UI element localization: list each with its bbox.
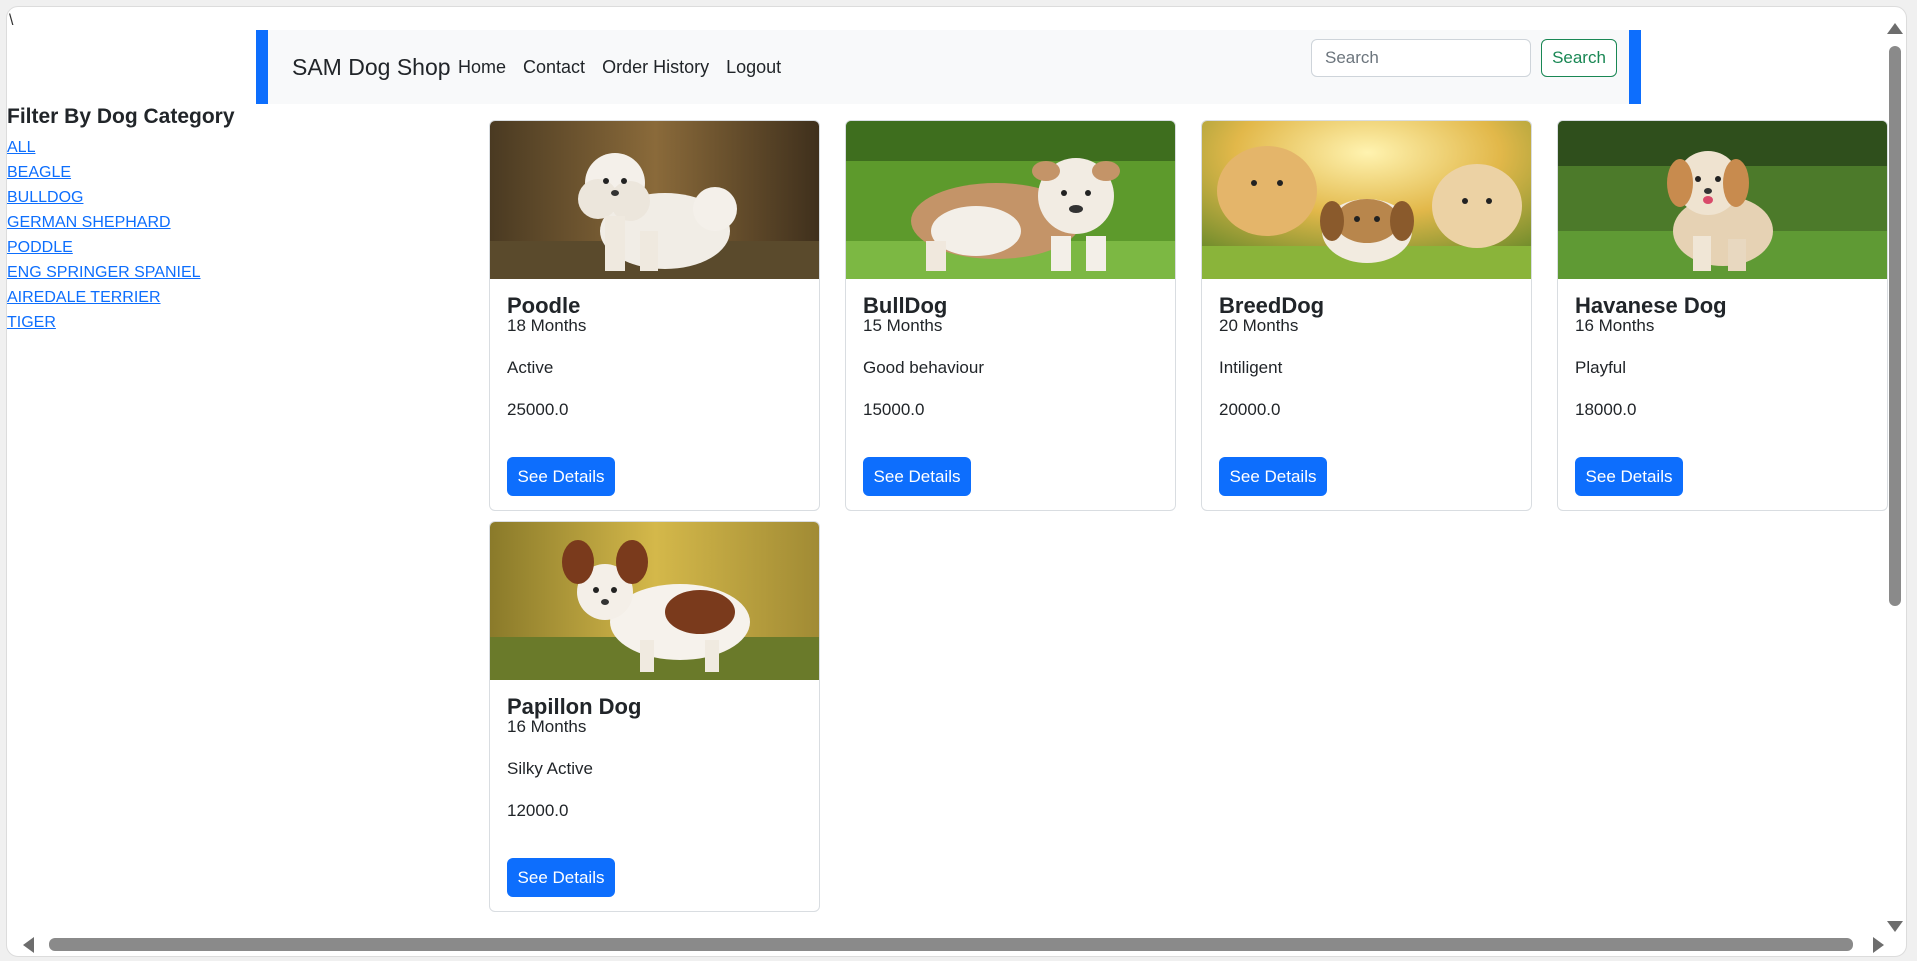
card-body: Papillon Dog 16 Months Silky Active 1200… (507, 694, 802, 897)
category-link-german-shephard[interactable]: GERMAN SHEPHARD (7, 210, 247, 235)
product-price: 25000.0 (507, 400, 569, 419)
product-price: 15000.0 (863, 400, 925, 419)
nav-links: Home Contact Order History Logout (458, 57, 798, 78)
category-link-eng-springer-spaniel[interactable]: ENG SPRINGER SPANIEL (7, 260, 247, 285)
top-navbar: SAM Dog Shop Home Contact Order History … (256, 30, 1641, 104)
product-price: 12000.0 (507, 801, 569, 820)
category-link-bulldog[interactable]: BULLDOG (7, 185, 247, 210)
nav-link-logout[interactable]: Logout (726, 57, 781, 78)
product-trait: Playful (1575, 358, 1627, 377)
stray-character: \ (9, 12, 14, 29)
card-body: Havanese Dog 16 Months Playful 18000.0 S… (1575, 293, 1870, 496)
category-link-poddle[interactable]: PODDLE (7, 235, 247, 260)
scroll-right-arrow-icon[interactable] (1873, 937, 1884, 953)
product-card: BreedDog 20 Months Intiligent 20000.0 Se… (1201, 120, 1532, 511)
havanese-photo (1558, 121, 1887, 279)
product-price: 18000.0 (1575, 400, 1637, 419)
horizontal-scroll-thumb[interactable] (49, 938, 1853, 951)
search-button[interactable]: Search (1541, 39, 1617, 77)
product-age: 15 Months (863, 316, 943, 335)
card-body: BreedDog 20 Months Intiligent 20000.0 Se… (1219, 293, 1514, 496)
papillon-photo (490, 522, 819, 680)
product-trait: Good behaviour (863, 358, 984, 377)
category-link-airedale-terrier[interactable]: AIREDALE TERRIER (7, 285, 247, 310)
card-body: BullDog 15 Months Good behaviour 15000.0… (863, 293, 1158, 496)
category-link-tiger[interactable]: TIGER (7, 310, 247, 335)
product-price: 20000.0 (1219, 400, 1281, 419)
scroll-up-arrow-icon[interactable] (1887, 23, 1903, 34)
see-details-button[interactable]: See Details (1219, 457, 1327, 496)
category-link-all[interactable]: ALL (7, 135, 247, 160)
category-filter-sidebar: Filter By Dog Category ALL BEAGLE BULLDO… (7, 105, 247, 335)
product-card: Havanese Dog 16 Months Playful 18000.0 S… (1557, 120, 1888, 511)
brand-logo-text[interactable]: SAM Dog Shop (292, 54, 451, 81)
nav-link-contact[interactable]: Contact (523, 57, 585, 78)
browser-viewport: \ SAM Dog Shop Home Contact Order Histor… (6, 6, 1907, 957)
nav-link-order-history[interactable]: Order History (602, 57, 709, 78)
scroll-down-arrow-icon[interactable] (1887, 921, 1903, 932)
bulldog-puppy-photo (846, 121, 1175, 279)
product-card: BullDog 15 Months Good behaviour 15000.0… (845, 120, 1176, 511)
see-details-button[interactable]: See Details (507, 858, 615, 897)
product-card: Papillon Dog 16 Months Silky Active 1200… (489, 521, 820, 912)
product-trait: Intiligent (1219, 358, 1283, 377)
category-link-beagle[interactable]: BEAGLE (7, 160, 247, 185)
product-age: 16 Months (507, 717, 587, 736)
sidebar-title: Filter By Dog Category (7, 105, 235, 128)
see-details-button[interactable]: See Details (1575, 457, 1683, 496)
see-details-button[interactable]: See Details (507, 457, 615, 496)
product-card: Poodle 18 Months Active 25000.0 See Deta… (489, 120, 820, 511)
card-body: Poodle 18 Months Active 25000.0 See Deta… (507, 293, 802, 496)
product-trait: Active (507, 358, 554, 377)
product-age: 20 Months (1219, 316, 1299, 335)
scroll-left-arrow-icon[interactable] (23, 937, 34, 953)
see-details-button[interactable]: See Details (863, 457, 971, 496)
white-poodle-photo (490, 121, 819, 279)
product-age: 16 Months (1575, 316, 1655, 335)
nav-link-home[interactable]: Home (458, 57, 506, 78)
search-input[interactable] (1311, 39, 1531, 77)
horizontal-scrollbar[interactable] (13, 934, 1893, 953)
three-puppies-photo (1202, 121, 1531, 279)
product-trait: Silky Active (507, 759, 593, 778)
vertical-scrollbar[interactable] (1884, 13, 1903, 943)
vertical-scroll-thumb[interactable] (1889, 46, 1901, 606)
product-age: 18 Months (507, 316, 587, 335)
